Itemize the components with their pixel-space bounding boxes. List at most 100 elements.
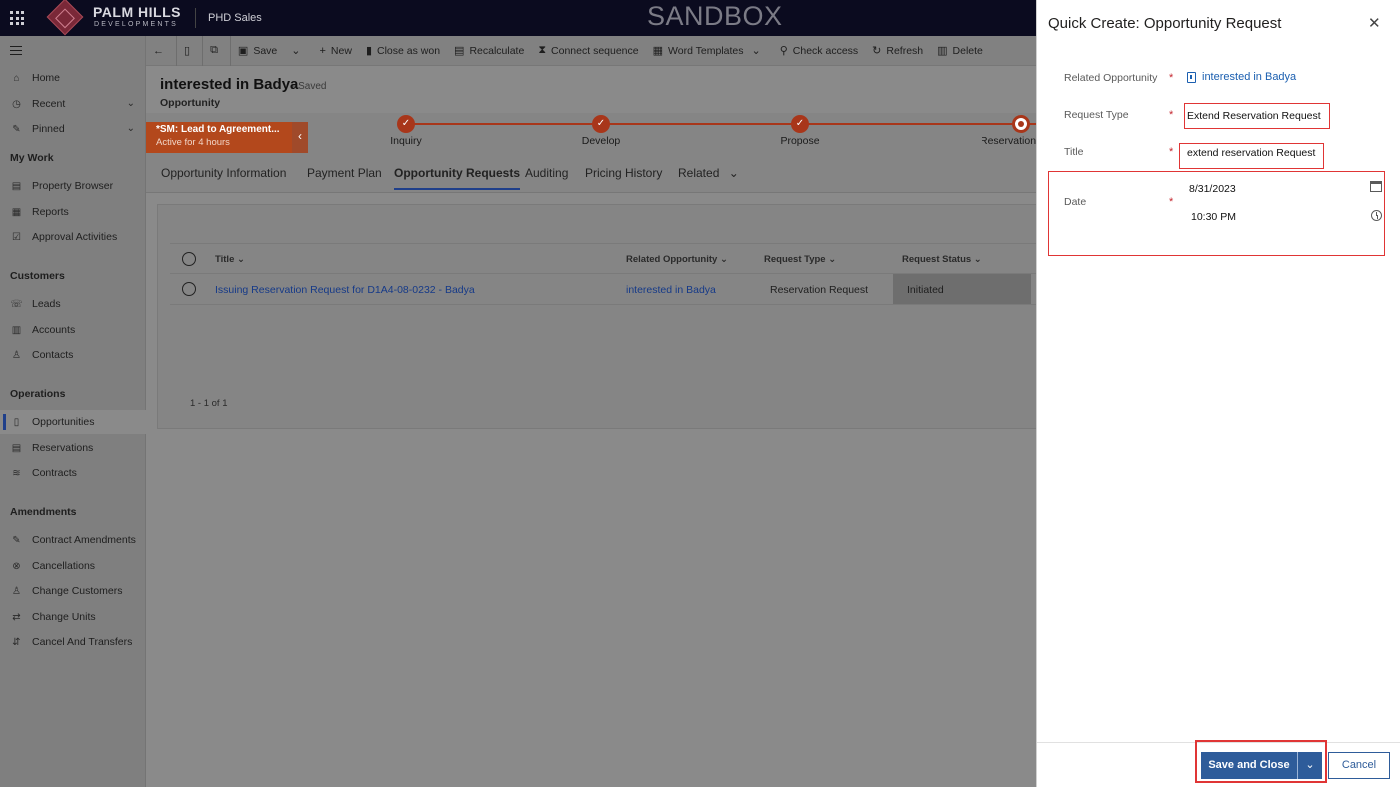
select-all-checkbox[interactable] — [182, 252, 196, 266]
chevron-down-icon: ⌄ — [828, 254, 837, 265]
chevron-down-icon[interactable]: ⌄ — [127, 98, 135, 109]
calendar-icon[interactable] — [1370, 181, 1382, 192]
word-templates-label: Word Templates — [668, 44, 744, 57]
sidebar-item-cancel-and-transfers[interactable]: ⇵ Cancel And Transfers — [0, 630, 146, 654]
sidebar-item-approval-activities[interactable]: ☑ Approval Activities — [0, 225, 146, 249]
home-icon: ⌂ — [13, 72, 20, 84]
sidebar-item-change-customers[interactable]: ♙ Change Customers — [0, 579, 146, 603]
stage-propose[interactable]: ✓ Propose — [760, 115, 840, 147]
title-value: extend reservation Request — [1187, 147, 1316, 159]
business-process-flow: *SM: Lead to Agreement... Active for 4 h… — [146, 113, 1036, 153]
sidebar-item-property-browser[interactable]: ▤ Property Browser — [0, 174, 146, 198]
word-icon: ▦ — [652, 45, 664, 57]
required-indicator: * — [1169, 146, 1174, 158]
sidebar-item-contract-amendments[interactable]: ✎ Contract Amendments — [0, 528, 146, 552]
sidebar-item-home[interactable]: ⌂ Home — [0, 66, 146, 90]
save-options-button[interactable]: ⌄ — [284, 36, 312, 66]
sidebar-item-contacts[interactable]: ♙ Contacts — [0, 343, 146, 367]
chevron-down-icon: ⌄ — [1305, 759, 1315, 771]
save-and-close-button[interactable]: Save and Close — [1201, 752, 1297, 779]
chevron-down-icon: ⌄ — [291, 45, 301, 57]
clock-icon[interactable] — [1371, 210, 1382, 221]
row-select-checkbox[interactable] — [182, 282, 196, 296]
row-related-opportunity-link[interactable]: interested in Badya — [626, 284, 716, 296]
time-input[interactable]: 10:30 PM — [1191, 211, 1236, 223]
stage-label: Propose — [780, 135, 820, 147]
chevron-down-icon: ⌄ — [973, 254, 982, 265]
request-type-value: Extend Reservation Request — [1187, 110, 1321, 122]
tab-payment-plan[interactable]: Payment Plan — [307, 166, 382, 180]
refresh-label: Refresh — [886, 44, 924, 57]
column-header-title[interactable]: Title ⌄ — [215, 254, 245, 265]
refresh-button[interactable]: ↻ Refresh — [865, 36, 930, 66]
sidebar-item-pinned[interactable]: ✎ Pinned ⌄ — [0, 117, 146, 141]
arrow-left-icon: ← — [153, 44, 164, 57]
checkmark-icon: ✓ — [397, 115, 415, 133]
stage-reservation[interactable]: Reservation — [982, 115, 1036, 147]
tab-related[interactable]: Related ⌄ — [678, 166, 739, 180]
sidebar-item-change-units[interactable]: ⇄ Change Units — [0, 605, 146, 629]
change-units-icon: ⇄ — [12, 611, 21, 623]
process-name: *SM: Lead to Agreement... — [156, 124, 280, 135]
tab-auditing[interactable]: Auditing — [525, 166, 568, 180]
stage-develop[interactable]: ✓ Develop — [561, 115, 641, 147]
back-button[interactable]: ← — [146, 36, 176, 66]
close-icon[interactable]: ✕ — [1368, 14, 1381, 32]
related-opportunity-lookup[interactable]: interested in Badya — [1187, 71, 1296, 83]
sidebar-item-leads[interactable]: ☏ Leads — [0, 292, 146, 316]
cancel-button[interactable]: Cancel — [1328, 752, 1390, 779]
column-header-related-opportunity[interactable]: Related Opportunity ⌄ — [626, 254, 728, 265]
sidebar-item-opportunities[interactable]: ▯ Opportunities — [0, 410, 146, 434]
column-header-request-status[interactable]: Request Status ⌄ — [902, 254, 982, 265]
app-name[interactable]: PHD Sales — [208, 12, 262, 24]
table-row[interactable]: Issuing Reservation Request for D1A4-08-… — [170, 274, 1038, 305]
key-icon: ⚲ — [779, 45, 788, 57]
sidebar-item-accounts[interactable]: ▥ Accounts — [0, 318, 146, 342]
save-options-dropdown[interactable]: ⌄ — [1297, 752, 1322, 779]
sidebar-item-recent[interactable]: ◷ Recent ⌄ — [0, 92, 146, 116]
save-button[interactable]: ▣ Save — [231, 36, 284, 66]
stage-inquiry[interactable]: ✓ Inquiry — [366, 115, 446, 147]
required-indicator: * — [1169, 109, 1174, 121]
title-field[interactable]: extend reservation Request — [1179, 143, 1324, 169]
nav-section-amendments: Amendments — [10, 506, 77, 518]
sidebar-item-label: Cancellations — [32, 560, 96, 572]
required-indicator: * — [1169, 72, 1174, 84]
leads-icon: ☏ — [10, 298, 23, 310]
chevron-down-icon[interactable]: ⌄ — [127, 123, 135, 134]
nav-section-my-work: My Work — [10, 152, 54, 164]
word-templates-button[interactable]: ▦ Word Templates ⌄ — [646, 36, 773, 66]
checkmark-icon: ✓ — [592, 115, 610, 133]
date-input[interactable]: 8/31/2023 — [1189, 183, 1236, 195]
sidebar-item-label: Pinned — [32, 123, 65, 135]
tab-pricing-history[interactable]: Pricing History — [585, 166, 662, 180]
record-entity-type: Opportunity — [160, 97, 221, 109]
request-type-field[interactable]: Extend Reservation Request — [1184, 103, 1330, 129]
delete-button[interactable]: ▥ Delete — [930, 36, 990, 66]
open-new-window-button[interactable]: ⧉ — [203, 36, 230, 66]
form-view-button[interactable]: ▯ — [177, 36, 202, 66]
environment-banner: SANDBOX — [647, 1, 783, 31]
column-header-request-type[interactable]: Request Type ⌄ — [764, 254, 836, 265]
related-opportunity-value: interested in Badya — [1202, 71, 1297, 83]
close-as-won-button[interactable]: ▮ Close as won — [359, 36, 447, 66]
collapse-process-button[interactable]: ‹ — [292, 122, 308, 153]
app-launcher-icon[interactable] — [10, 11, 24, 25]
sidebar-item-reservations[interactable]: ▤ Reservations — [0, 436, 146, 460]
recalculate-button[interactable]: ▤ Recalculate — [447, 36, 531, 66]
nav-section-operations: Operations — [10, 388, 66, 400]
sidebar-item-reports[interactable]: ▦ Reports — [0, 200, 146, 224]
check-access-button[interactable]: ⚲ Check access — [773, 36, 865, 66]
menu-toggle-icon[interactable] — [10, 46, 22, 55]
new-button[interactable]: + New — [312, 36, 358, 66]
row-title-link[interactable]: Issuing Reservation Request for D1A4-08-… — [215, 284, 475, 296]
connect-sequence-button[interactable]: ⧗ Connect sequence — [531, 36, 645, 66]
delete-label: Delete — [952, 44, 983, 57]
sidebar-item-label: Property Browser — [32, 180, 114, 192]
tab-opportunity-information[interactable]: Opportunity Information — [161, 166, 286, 180]
sidebar-item-label: Accounts — [32, 324, 76, 336]
sidebar-item-contracts[interactable]: ≋ Contracts — [0, 461, 146, 485]
process-flag[interactable]: *SM: Lead to Agreement... Active for 4 h… — [146, 122, 292, 153]
sidebar-item-cancellations[interactable]: ⊗ Cancellations — [0, 554, 146, 578]
tab-opportunity-requests[interactable]: Opportunity Requests — [394, 166, 521, 190]
